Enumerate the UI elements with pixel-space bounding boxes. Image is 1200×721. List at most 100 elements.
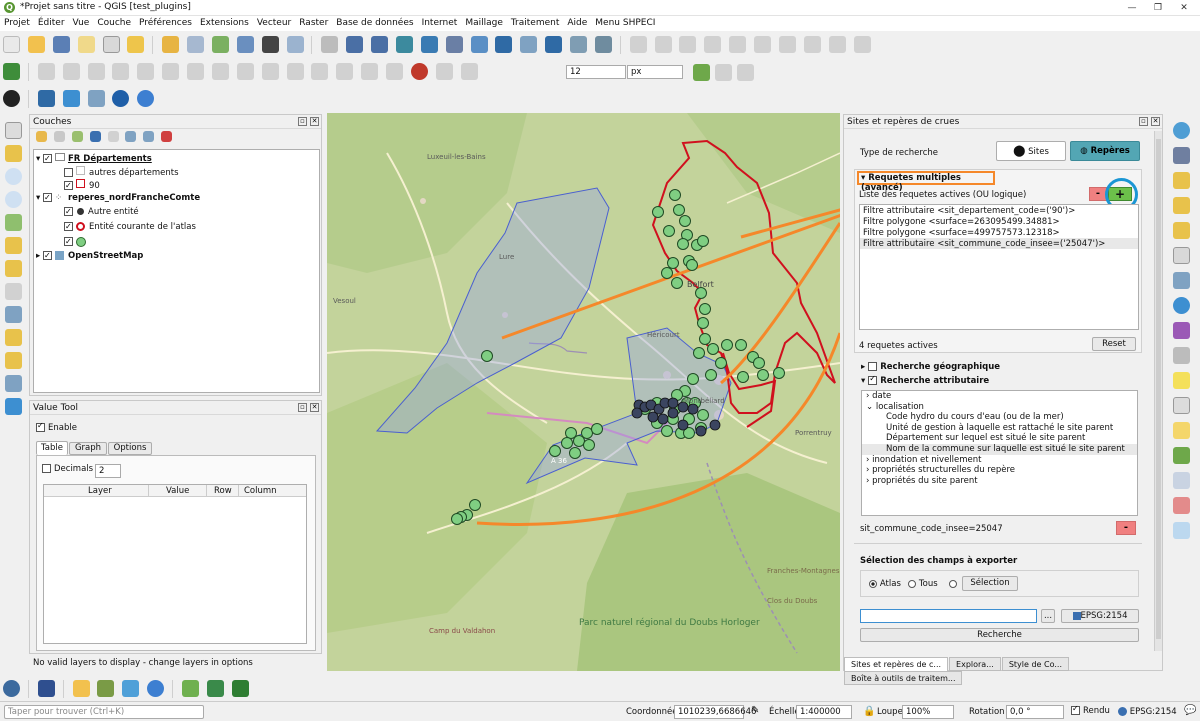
manage-map-themes-icon[interactable] <box>71 131 83 142</box>
fill-ring-icon[interactable] <box>162 63 180 80</box>
add-feature-icon[interactable] <box>679 36 697 53</box>
intersection-icon[interactable] <box>715 64 732 81</box>
cut-icon[interactable] <box>754 36 771 53</box>
float-panel-icon[interactable]: ▫ <box>298 117 307 126</box>
split-features-icon[interactable] <box>286 63 304 80</box>
open-project-icon[interactable] <box>27 36 45 53</box>
lock-scale-icon[interactable]: 🔒 <box>863 706 875 717</box>
digitize-icon[interactable] <box>181 680 199 697</box>
crs-status[interactable]: EPSG:2154 <box>1118 707 1177 717</box>
toggle-extents-icon[interactable]: ✎ <box>751 705 759 716</box>
split-parts-icon[interactable] <box>311 63 329 80</box>
attr-tree-item[interactable]: Département sur lequel est situé le site… <box>862 433 1137 444</box>
tab-style[interactable]: Style de Co... <box>1001 657 1069 671</box>
edit-pencil-icon[interactable] <box>629 36 647 53</box>
merge-attributes-icon[interactable] <box>361 63 379 80</box>
add-mesh-layer-icon[interactable] <box>261 36 279 53</box>
menu-item[interactable]: Traitement <box>507 16 564 31</box>
close-panel-icon[interactable]: ✕ <box>1151 117 1160 126</box>
float-panel-icon[interactable]: ▫ <box>1139 117 1148 126</box>
topological-editing-icon[interactable] <box>693 64 710 81</box>
menu-item[interactable]: Base de données <box>332 16 417 31</box>
add-delimited-text-icon[interactable] <box>211 36 229 53</box>
browse-button[interactable]: ... <box>1041 609 1055 623</box>
remove-filter-button[interactable]: - <box>1116 521 1136 535</box>
reshape-icon[interactable] <box>236 63 254 80</box>
save-edits-icon[interactable] <box>654 36 672 53</box>
expand-all-icon[interactable] <box>125 131 137 142</box>
menu-item[interactable]: Internet <box>418 16 462 31</box>
add-vector-tile-icon[interactable] <box>520 36 538 53</box>
menu-item[interactable]: Extensions <box>196 16 253 31</box>
layer-row-autres[interactable]: autres départements <box>64 166 179 179</box>
info-icon[interactable] <box>137 90 155 107</box>
plugin-scrollbar[interactable] <box>1154 131 1162 651</box>
simplify-feature-icon[interactable] <box>87 63 105 80</box>
advanced-digitizing-icon[interactable] <box>3 63 20 80</box>
close-icon[interactable]: ✕ <box>1172 1 1196 15</box>
add-wfs-icon[interactable] <box>420 36 438 53</box>
reperes-button[interactable]: ◍ Repères <box>1070 141 1140 161</box>
attr-tree-item[interactable]: › inondation et nivellement <box>862 455 1137 466</box>
processing-gear-icon[interactable] <box>1173 297 1190 314</box>
layer-row-fr-departements[interactable]: ▾ FR Départements <box>36 152 152 166</box>
geo-search-toggle[interactable]: ▸ Recherche géographique <box>861 362 1000 372</box>
zoom-selection-icon[interactable] <box>5 237 22 254</box>
attribute-table-icon[interactable] <box>1173 147 1190 164</box>
rotation-spinbox[interactable]: 0,0 ° <box>1006 705 1064 719</box>
attr-tree-item[interactable]: › propriétés du site parent <box>862 476 1137 487</box>
layer-row-green[interactable] <box>64 235 86 249</box>
menu-item[interactable]: Vecteur <box>253 16 295 31</box>
magnifier-spinbox[interactable]: 100% <box>902 705 954 719</box>
attr-tree-item[interactable]: ⌄ localisation <box>862 402 1137 413</box>
multi-requests-header[interactable]: ▾ Requetes multiples (avancé) <box>857 171 995 193</box>
move-feature-icon[interactable] <box>37 63 55 80</box>
update-icon[interactable] <box>147 680 165 697</box>
zoom-last-icon[interactable] <box>5 306 22 323</box>
crs-button[interactable]: EPSG:2154 <box>1061 609 1139 623</box>
zoom-full-icon[interactable] <box>5 214 22 231</box>
tolerance-unit-select[interactable]: px <box>627 65 683 79</box>
request-item[interactable]: Filtre attributaire <sit_departement_cod… <box>860 205 1138 216</box>
radio-atlas[interactable]: Atlas <box>869 579 901 589</box>
reset-button[interactable]: Reset <box>1092 337 1136 351</box>
graph-icon[interactable] <box>87 90 105 107</box>
identify-icon[interactable] <box>1173 122 1190 139</box>
globe-icon[interactable] <box>112 90 130 107</box>
undo-icon[interactable] <box>828 36 846 53</box>
menu-item[interactable]: Aide <box>563 16 591 31</box>
deselect-icon[interactable] <box>1173 222 1190 239</box>
enable-checkbox[interactable]: Enable <box>36 421 77 433</box>
rotate-point-icon[interactable] <box>386 63 403 80</box>
attr-tree-item[interactable]: Unité de gestion à laquelle est rattaché… <box>862 423 1137 434</box>
add-raster-layer-icon[interactable] <box>187 36 204 53</box>
tracing-icon[interactable] <box>737 64 754 81</box>
menu-item[interactable]: Raster <box>295 16 332 31</box>
collapse-all-icon[interactable] <box>143 131 155 142</box>
layer-row-90[interactable]: 90 <box>64 179 100 192</box>
geometry-checker-icon[interactable] <box>97 680 115 697</box>
add-part-icon[interactable] <box>137 63 155 80</box>
menu-item[interactable]: Vue <box>69 16 94 31</box>
measure-icon[interactable] <box>1173 347 1190 364</box>
label-change-icon[interactable] <box>1173 522 1190 539</box>
label-abc-icon[interactable] <box>1173 422 1190 439</box>
float-panel-icon[interactable]: ▫ <box>298 403 307 412</box>
export-path-input[interactable] <box>860 609 1037 623</box>
redo-icon[interactable] <box>853 36 871 53</box>
request-item[interactable]: Filtre polygone <surface=499757573.12318… <box>860 227 1138 238</box>
expand-arrow-icon[interactable]: ⌄ <box>866 402 876 412</box>
paste-icon[interactable] <box>803 36 821 53</box>
add-arcgis-icon[interactable] <box>470 36 488 53</box>
help-icon[interactable] <box>37 680 55 697</box>
attr-tree-item[interactable]: › date <box>862 391 1137 402</box>
vertex-tool-icon[interactable] <box>704 36 722 53</box>
select-by-value-icon[interactable] <box>1173 197 1190 214</box>
radio-tous[interactable]: Tous <box>908 579 938 589</box>
label-move-icon[interactable] <box>1173 472 1190 489</box>
grass-icon[interactable] <box>3 680 20 697</box>
attr-tree-item[interactable]: › propriétés structurelles du repère <box>862 465 1137 476</box>
new-map-view-icon[interactable] <box>5 329 22 346</box>
pan-hand-icon[interactable] <box>5 122 22 139</box>
new-shapefile-icon[interactable] <box>321 36 339 53</box>
